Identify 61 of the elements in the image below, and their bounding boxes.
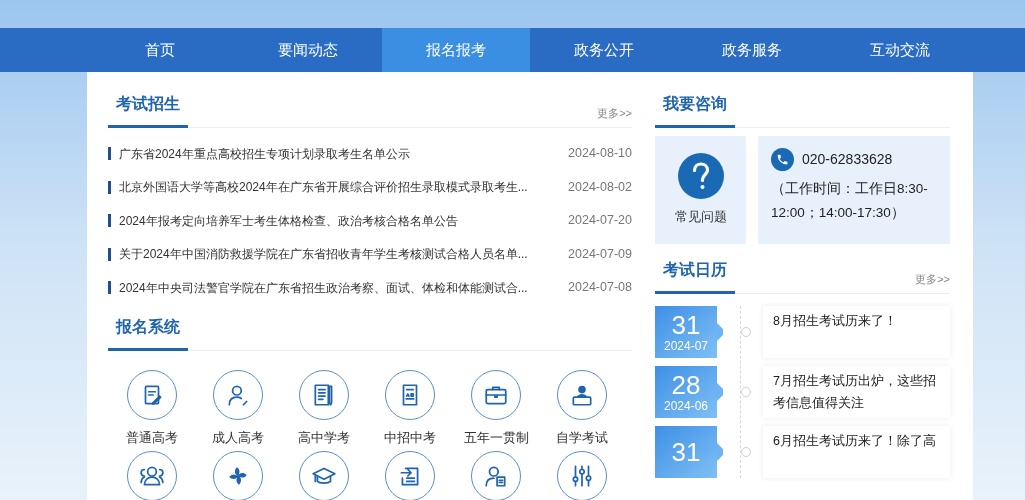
system-icon-button[interactable] (127, 451, 177, 500)
system-label[interactable]: 五年一贯制 (463, 428, 529, 448)
system-icon-button[interactable] (471, 451, 521, 500)
system-icon-button[interactable] (213, 451, 263, 500)
day-number: 28 (671, 371, 701, 399)
nav-tab[interactable]: 首页 (86, 28, 234, 72)
system-label[interactable]: 成人高考 (212, 428, 264, 448)
news-link[interactable]: 北京外国语大学等高校2024年在广东省开展综合评价招生录取模式录取考生... (119, 178, 528, 197)
news-link[interactable]: 关于2024年中国消防救援学院在广东省招收青年学生考核测试合格人员名单... (119, 245, 528, 264)
nav-tab[interactable]: 政务服务 (678, 28, 826, 72)
calendar-text: 7月招生考试历出炉，这些招考信息值得关注 (773, 373, 937, 412)
system-label[interactable]: 自学考试 (556, 428, 608, 448)
system-icon-button[interactable] (471, 369, 521, 420)
month-label: 2024-07 (663, 339, 708, 353)
news-date: 2024-07-08 (568, 279, 632, 297)
section-title: 我要咨询 (655, 92, 735, 128)
bullet-bar (108, 214, 111, 228)
faq-card[interactable]: 常见问题 (655, 136, 746, 244)
phone-number: 020-62833628 (802, 150, 893, 169)
news-date: 2024-08-10 (568, 145, 632, 163)
calendar-card[interactable]: 8月招生考试历来了！ (763, 306, 950, 358)
news-date: 2024-07-09 (568, 245, 632, 263)
nav-tab[interactable]: 要闻动态 (234, 28, 382, 72)
news-link[interactable]: 广东省2024年重点高校招生专项计划录取考生名单公示 (119, 144, 410, 163)
news-link[interactable]: 2024年中央司法警官学院在广东省招生政治考察、面试、体检和体能测试合... (119, 278, 528, 297)
system-icon-button[interactable] (385, 451, 435, 500)
calendar-text: 6月招生考试历来了！除了高 (773, 433, 937, 450)
nav-tab[interactable]: 互动交流 (826, 28, 974, 72)
system-icon-button[interactable] (385, 369, 435, 420)
system-icon-button[interactable] (299, 369, 349, 420)
month-label: 2024-06 (663, 399, 708, 413)
day-number: 31 (671, 311, 701, 339)
bullet-bar (108, 247, 111, 261)
section-title: 考试招生 (108, 92, 188, 128)
calendar-card[interactable]: 6月招生考试历来了！除了高 (763, 426, 950, 478)
calendar-card[interactable]: 7月招生考试历出炉，这些招考信息值得关注 (763, 366, 950, 418)
bullet-bar (108, 147, 111, 161)
system-icon-button[interactable] (127, 369, 177, 420)
day-number: 31 (671, 438, 701, 466)
news-date: 2024-08-02 (568, 178, 632, 196)
faq-label: 常见问题 (674, 208, 727, 227)
system-label[interactable]: 高中学考 (298, 428, 350, 448)
system-icon-button[interactable] (213, 369, 263, 420)
system-icon-button[interactable] (557, 369, 607, 420)
news-date: 2024-07-20 (568, 212, 632, 230)
working-hours: （工作时间：工作日8:30-12:00；14:00-17:30） (771, 180, 929, 222)
phone-icon (771, 148, 794, 171)
section-title: 报名系统 (108, 314, 188, 351)
news-link[interactable]: 2024年报考定向培养军士考生体格检查、政治考核合格名单公告 (119, 211, 458, 230)
section-title: 考试日历 (655, 258, 735, 294)
system-icon-button[interactable] (557, 451, 607, 500)
system-label[interactable]: 中招中考 (384, 428, 436, 448)
bullet-bar (108, 281, 111, 295)
bullet-bar (108, 180, 111, 194)
more-link[interactable]: 更多>> (915, 270, 950, 293)
system-icon-button[interactable] (299, 451, 349, 500)
question-icon (677, 153, 724, 200)
calendar-text: 8月招生考试历来了！ (773, 313, 898, 330)
nav-tab[interactable]: 政务公开 (530, 28, 678, 72)
system-label[interactable]: 普通高考 (126, 428, 178, 448)
more-link[interactable]: 更多>> (597, 104, 632, 127)
